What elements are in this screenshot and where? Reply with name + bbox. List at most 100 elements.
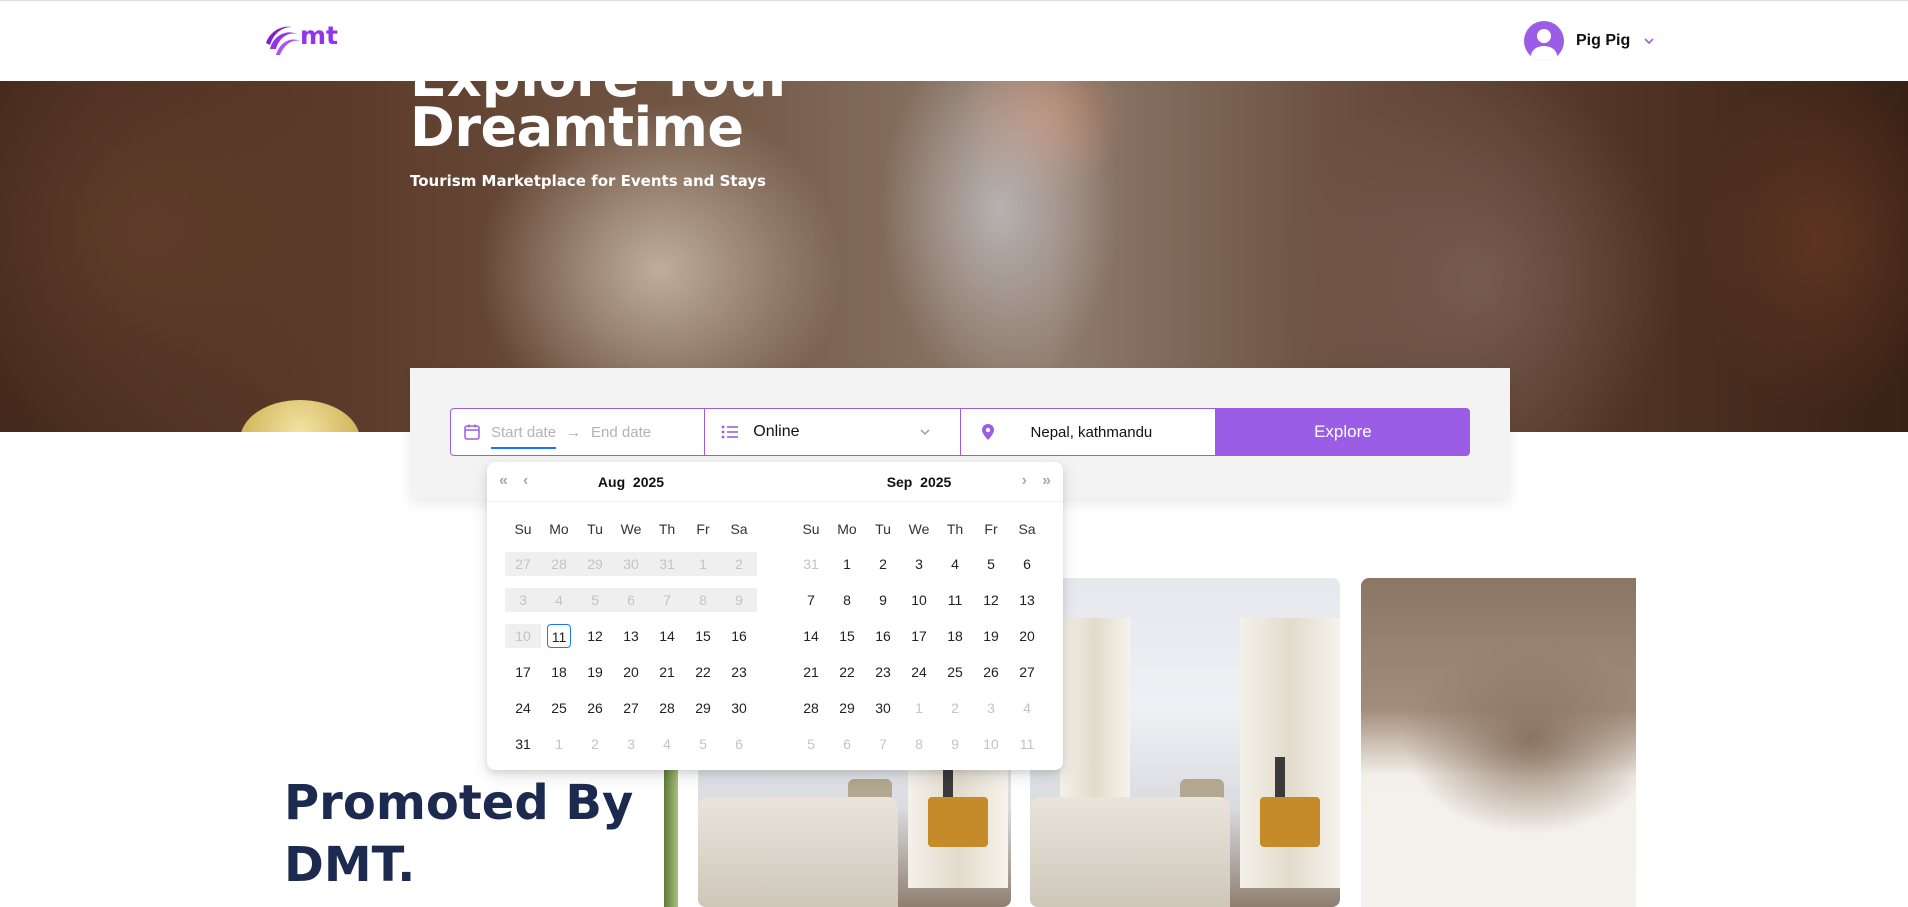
user-menu[interactable]: Pig Pig bbox=[1524, 21, 1656, 61]
calendar-day-number: 26 bbox=[983, 664, 999, 680]
user-avatar-icon[interactable] bbox=[1524, 21, 1564, 61]
calendar-day-number: 9 bbox=[735, 592, 743, 608]
calendar-day[interactable]: 23 bbox=[721, 654, 757, 690]
calendar-day[interactable]: 27 bbox=[613, 690, 649, 726]
calendar-day[interactable]: 13 bbox=[1009, 582, 1045, 618]
start-date-input[interactable]: Start date bbox=[491, 424, 557, 449]
calendar-day[interactable]: 31 bbox=[505, 726, 541, 762]
calendar-day[interactable]: 1 bbox=[901, 690, 937, 726]
calendar-day[interactable]: 14 bbox=[649, 618, 685, 654]
prev-month-icon[interactable]: ‹ bbox=[523, 472, 528, 490]
calendar-day[interactable]: 6 bbox=[1009, 546, 1045, 582]
calendar-day[interactable]: 17 bbox=[505, 654, 541, 690]
calendar-day[interactable]: 15 bbox=[685, 618, 721, 654]
calendar-day[interactable]: 18 bbox=[541, 654, 577, 690]
calendar-day[interactable]: 26 bbox=[973, 654, 1009, 690]
calendar-month-left[interactable]: Aug bbox=[598, 474, 625, 490]
calendar-day[interactable]: 19 bbox=[973, 618, 1009, 654]
calendar-day[interactable]: 31 bbox=[793, 546, 829, 582]
calendar-day[interactable]: 14 bbox=[793, 618, 829, 654]
calendar-day[interactable]: 26 bbox=[577, 690, 613, 726]
calendar-day[interactable]: 4 bbox=[1009, 690, 1045, 726]
calendar-day[interactable]: 6 bbox=[829, 726, 865, 762]
calendar-day[interactable]: 28 bbox=[793, 690, 829, 726]
weekday-header: Mo bbox=[549, 521, 569, 537]
promo-card-hands[interactable] bbox=[1361, 578, 1636, 907]
dmt-logo[interactable]: mt bbox=[264, 19, 338, 59]
calendar-day[interactable]: 30 bbox=[721, 690, 757, 726]
explore-button[interactable]: Explore bbox=[1215, 408, 1471, 456]
calendar-day[interactable]: 8 bbox=[829, 582, 865, 618]
calendar-day[interactable]: 16 bbox=[721, 618, 757, 654]
calendar-day[interactable]: 20 bbox=[613, 654, 649, 690]
calendar-day[interactable]: 18 bbox=[937, 618, 973, 654]
calendar-day[interactable]: 5 bbox=[685, 726, 721, 762]
calendar-day[interactable]: 20 bbox=[1009, 618, 1045, 654]
calendar-day-number: 2 bbox=[951, 700, 959, 716]
chevron-down-icon[interactable] bbox=[1642, 34, 1656, 48]
calendar-day[interactable]: 21 bbox=[793, 654, 829, 690]
calendar-day[interactable]: 9 bbox=[865, 582, 901, 618]
calendar-day[interactable]: 1 bbox=[829, 546, 865, 582]
calendar-day-number: 11 bbox=[947, 592, 963, 608]
calendar-day[interactable]: 29 bbox=[685, 690, 721, 726]
calendar-day[interactable]: 10 bbox=[973, 726, 1009, 762]
calendar-day[interactable]: 3 bbox=[973, 690, 1009, 726]
date-range-picker[interactable]: Start date → End date bbox=[450, 408, 706, 456]
calendar-day[interactable]: 24 bbox=[901, 654, 937, 690]
calendar-day[interactable]: 11 bbox=[1009, 726, 1045, 762]
prev-year-icon[interactable]: « bbox=[499, 472, 508, 490]
calendar-day[interactable]: 9 bbox=[937, 726, 973, 762]
calendar-day[interactable]: 16 bbox=[865, 618, 901, 654]
calendar-day[interactable]: 30 bbox=[865, 690, 901, 726]
calendar-day[interactable]: 22 bbox=[829, 654, 865, 690]
calendar-day[interactable]: 12 bbox=[577, 618, 613, 654]
chevron-down-icon[interactable] bbox=[918, 425, 932, 439]
calendar-day[interactable]: 22 bbox=[685, 654, 721, 690]
calendar-day[interactable]: 13 bbox=[613, 618, 649, 654]
end-date-input[interactable]: End date bbox=[591, 424, 651, 441]
calendar-day[interactable]: 7 bbox=[865, 726, 901, 762]
calendar-day[interactable]: 4 bbox=[649, 726, 685, 762]
calendar-day[interactable]: 19 bbox=[577, 654, 613, 690]
calendar-day[interactable]: 27 bbox=[1009, 654, 1045, 690]
weekday-header: Tu bbox=[875, 521, 891, 537]
calendar-day[interactable]: 6 bbox=[721, 726, 757, 762]
calendar-year-left[interactable]: 2025 bbox=[633, 474, 664, 490]
calendar-day[interactable]: 7 bbox=[793, 582, 829, 618]
next-month-icon[interactable]: › bbox=[1022, 472, 1027, 490]
mode-select[interactable]: Online bbox=[705, 408, 961, 456]
calendar-day[interactable]: 5 bbox=[793, 726, 829, 762]
calendar-day[interactable]: 29 bbox=[829, 690, 865, 726]
calendar-day-number: 2 bbox=[591, 736, 599, 752]
calendar-day[interactable]: 3 bbox=[613, 726, 649, 762]
calendar-day[interactable]: 2 bbox=[577, 726, 613, 762]
promo-card-room-2[interactable] bbox=[1030, 578, 1340, 907]
calendar-day[interactable]: 10 bbox=[901, 582, 937, 618]
next-year-icon[interactable]: » bbox=[1042, 472, 1051, 490]
calendar-day[interactable]: 1 bbox=[541, 726, 577, 762]
location-input[interactable]: Nepal, kathmandu bbox=[960, 408, 1216, 456]
calendar-year-right[interactable]: 2025 bbox=[920, 474, 951, 490]
calendar-day[interactable]: 8 bbox=[901, 726, 937, 762]
calendar-day[interactable]: 11 bbox=[937, 582, 973, 618]
calendar-day[interactable]: 21 bbox=[649, 654, 685, 690]
calendar-day[interactable]: 17 bbox=[901, 618, 937, 654]
calendar-day[interactable]: 2 bbox=[937, 690, 973, 726]
calendar-day[interactable]: 15 bbox=[829, 618, 865, 654]
calendar-day[interactable]: 3 bbox=[901, 546, 937, 582]
calendar-day[interactable]: 28 bbox=[649, 690, 685, 726]
calendar-day[interactable]: 4 bbox=[937, 546, 973, 582]
calendar-day[interactable]: 2 bbox=[865, 546, 901, 582]
promo-heading-line2: DMT. bbox=[284, 837, 416, 893]
user-name[interactable]: Pig Pig bbox=[1576, 32, 1630, 50]
calendar-day[interactable]: 25 bbox=[541, 690, 577, 726]
calendar-day[interactable]: 5 bbox=[973, 546, 1009, 582]
calendar-day[interactable]: 12 bbox=[973, 582, 1009, 618]
calendar-day[interactable]: 24 bbox=[505, 690, 541, 726]
calendar-day[interactable]: 23 bbox=[865, 654, 901, 690]
calendar-day-today[interactable]: 11 bbox=[541, 618, 577, 654]
location-value[interactable]: Nepal, kathmandu bbox=[1031, 424, 1153, 441]
calendar-month-right[interactable]: Sep bbox=[887, 474, 913, 490]
calendar-day[interactable]: 25 bbox=[937, 654, 973, 690]
